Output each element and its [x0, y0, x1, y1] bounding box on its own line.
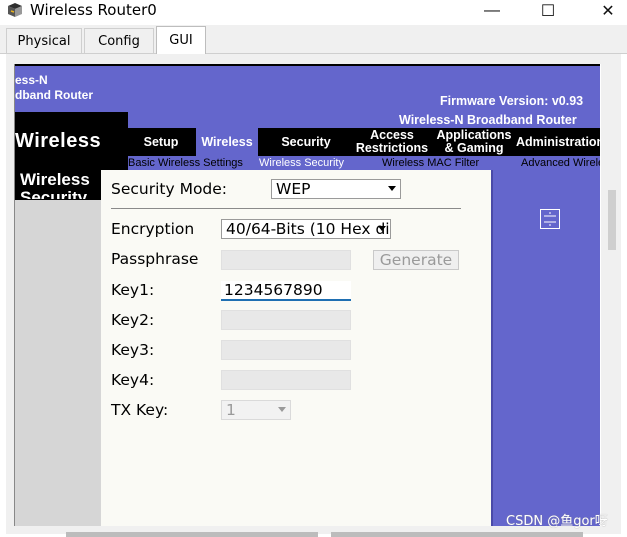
- chevron-down-icon: [378, 226, 386, 231]
- watermark: CSDN @鱼gor呀: [506, 514, 608, 529]
- key3-label: Key3:: [111, 341, 155, 359]
- tab-physical[interactable]: Physical: [6, 28, 82, 53]
- page-title: Wireless Security: [20, 171, 90, 199]
- encryption-select[interactable]: 40/64-Bits (10 Hex digits): [221, 219, 391, 239]
- key1-label: Key1:: [111, 281, 155, 299]
- product-name: Wireless-N Broadband Router: [399, 113, 577, 127]
- key4-input[interactable]: [221, 370, 351, 390]
- divider: [111, 208, 461, 209]
- tx-key-label: TX Key:: [111, 401, 169, 419]
- encryption-value: 40/64-Bits (10 Hex digits): [226, 220, 390, 238]
- security-mode-value: WEP: [276, 180, 311, 198]
- key4-label: Key4:: [111, 371, 155, 389]
- subnav-wireless-mac-filter[interactable]: Wireless MAC Filter: [382, 156, 479, 170]
- security-mode-select[interactable]: WEP: [271, 179, 401, 199]
- vertical-scrollbar[interactable]: [606, 84, 616, 530]
- close-button[interactable]: ✕: [585, 0, 627, 22]
- horizontal-scrollbar-left[interactable]: [66, 532, 318, 537]
- nav-access-restrictions[interactable]: Access Restrictions: [350, 128, 434, 156]
- help-scroll-icon[interactable]: [540, 209, 560, 229]
- generate-button[interactable]: Generate: [373, 250, 459, 270]
- tx-key-value: 1: [226, 401, 236, 419]
- encryption-label: Encryption: [111, 220, 195, 238]
- nav-administration[interactable]: Administration: [516, 128, 600, 156]
- key3-input[interactable]: [221, 340, 351, 360]
- passphrase-field[interactable]: [221, 250, 351, 270]
- nav-wireless[interactable]: Wireless: [196, 128, 258, 156]
- subnav-basic-wireless-settings[interactable]: Basic Wireless Settings: [128, 156, 243, 170]
- nav-setup[interactable]: Setup: [128, 128, 194, 156]
- key2-input[interactable]: [221, 310, 351, 330]
- tab-gui[interactable]: GUI: [156, 26, 206, 54]
- tab-config[interactable]: Config: [84, 28, 154, 53]
- subnav-wireless-security[interactable]: Wireless Security: [259, 156, 344, 170]
- router-app-icon: [8, 3, 22, 17]
- vertical-scroll-thumb[interactable]: [608, 190, 616, 250]
- security-mode-label: Security Mode:: [111, 180, 228, 198]
- key1-input[interactable]: 1234567890: [221, 281, 351, 301]
- brand-line-2: dband Router: [15, 88, 93, 102]
- section-title: Wireless: [15, 130, 102, 152]
- firmware-version: Firmware Version: v0.93: [440, 94, 584, 108]
- key2-label: Key2:: [111, 311, 155, 329]
- nav-security[interactable]: Security: [262, 128, 350, 156]
- tx-key-select[interactable]: 1: [221, 400, 291, 420]
- minimize-button[interactable]: —: [469, 0, 515, 22]
- horizontal-scrollbar-right[interactable]: [331, 532, 583, 537]
- left-sidebar: [15, 200, 101, 526]
- subnav-advanced-wireless[interactable]: Advanced Wireless: [521, 156, 600, 170]
- brand-line-1: ess-N: [15, 73, 48, 87]
- window-title: Wireless Router0: [30, 1, 157, 19]
- chevron-down-icon: [278, 407, 286, 412]
- chevron-down-icon: [388, 186, 396, 191]
- nav-applications-gaming[interactable]: Applications & Gaming: [432, 128, 516, 156]
- passphrase-label: Passphrase: [111, 250, 199, 268]
- maximize-button[interactable]: ☐: [525, 0, 571, 22]
